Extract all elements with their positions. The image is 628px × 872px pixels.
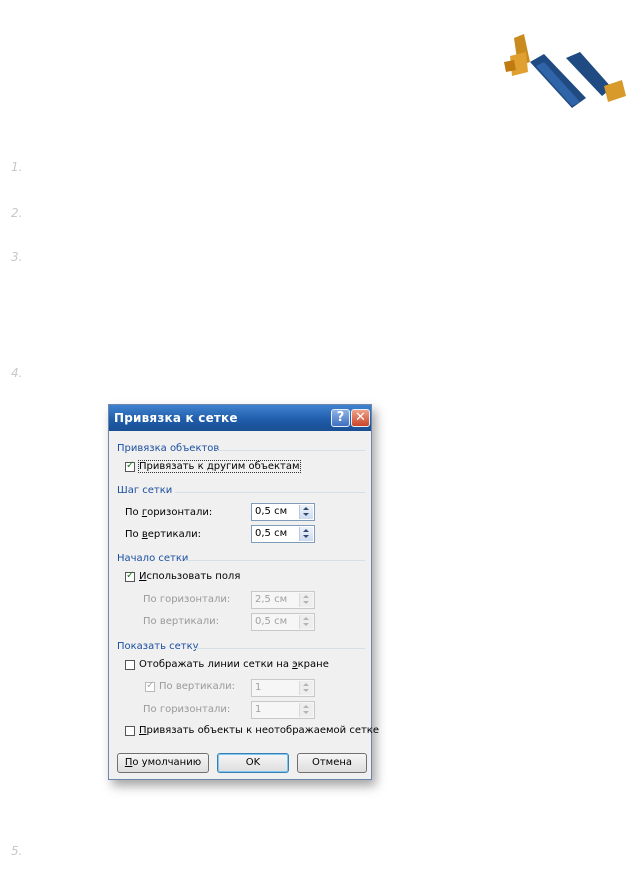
horizontal-every-value: 1 [255,704,262,715]
grid-origin-vertical-label: По вертикали: [143,616,219,627]
vertical-every-label: По вертикали: [159,681,235,692]
grid-step-horizontal-label: По горизонтали: [125,507,213,518]
spinner-arrows-icon [299,681,313,695]
cancel-button[interactable]: Отмена [297,753,367,773]
use-margins-label[interactable]: Использовать поля [139,571,240,582]
grid-step-horizontal-value[interactable]: 0,5 см [255,506,287,517]
checkmark-icon: ✓ [126,460,135,471]
vertical-every-value: 1 [255,682,262,693]
ok-button[interactable]: OK [217,753,289,773]
dialog-title: Привязка к сетке [114,411,238,425]
grid-step-vertical-value[interactable]: 0,5 см [255,528,287,539]
vertical-every-checkbox: ✓ [145,680,155,692]
snap-hidden-grid-label[interactable]: Привязать объекты к неотображаемой сетке [139,725,379,736]
section-snap-objects: Привязка объектов [117,443,220,454]
checkmark-icon: ✓ [146,680,155,691]
help-icon[interactable]: ? [331,409,350,427]
vertical-every-spinner: 1 [251,679,315,697]
grid-origin-vertical-spinner: 0,5 см [251,613,315,631]
section-grid-step: Шаг сетки [117,485,173,496]
snap-to-grid-dialog: Привязка к сетке ? ✕ Привязка объектов ✓… [108,404,379,780]
list-number-2: 2. [11,206,23,220]
list-number-5: 5. [11,844,23,858]
spinner-arrows-icon[interactable] [299,527,313,541]
display-gridlines-label[interactable]: Отображать линии сетки на экране [139,659,329,670]
section-divider [217,450,365,451]
checkmark-icon: ✓ [126,570,135,581]
horizontal-every-label: По горизонтали: [143,704,231,715]
grid-origin-horizontal-value: 2,5 см [255,594,288,605]
close-icon[interactable]: ✕ [351,409,370,427]
spinner-arrows-icon [299,615,313,629]
dialog-title-bar[interactable]: Привязка к сетке ? ✕ [109,405,371,431]
list-number-3: 3. [11,250,23,264]
snap-to-objects-label[interactable]: Привязать к другим объектам [138,460,301,473]
grid-step-vertical-spinner[interactable]: 0,5 см [251,525,315,543]
snap-hidden-grid-checkbox[interactable] [125,726,135,736]
grid-origin-horizontal-label: По горизонтали: [143,594,231,605]
snap-to-objects-checkbox[interactable]: ✓ [125,460,135,472]
pencil-ruler-logo-icon [504,34,626,108]
section-grid-origin: Начало сетки [117,553,189,564]
horizontal-every-spinner: 1 [251,701,315,719]
section-divider [195,648,365,649]
spinner-arrows-icon [299,703,313,717]
default-button[interactable]: По умолчанию [117,753,209,773]
grid-step-vertical-label: По вертикали: [125,529,201,540]
spinner-arrows-icon [299,593,313,607]
list-number-1: 1. [11,160,23,174]
grid-origin-horizontal-spinner: 2,5 см [251,591,315,609]
list-number-4: 4. [11,366,23,380]
grid-origin-vertical-value: 0,5 см [255,616,288,627]
display-gridlines-checkbox[interactable] [125,660,135,670]
section-divider [175,492,365,493]
grid-step-horizontal-spinner[interactable]: 0,5 см [251,503,315,521]
section-show-grid: Показать сетку [117,641,199,652]
section-divider [185,560,365,561]
use-margins-checkbox[interactable]: ✓ [125,570,135,582]
spinner-arrows-icon[interactable] [299,505,313,519]
